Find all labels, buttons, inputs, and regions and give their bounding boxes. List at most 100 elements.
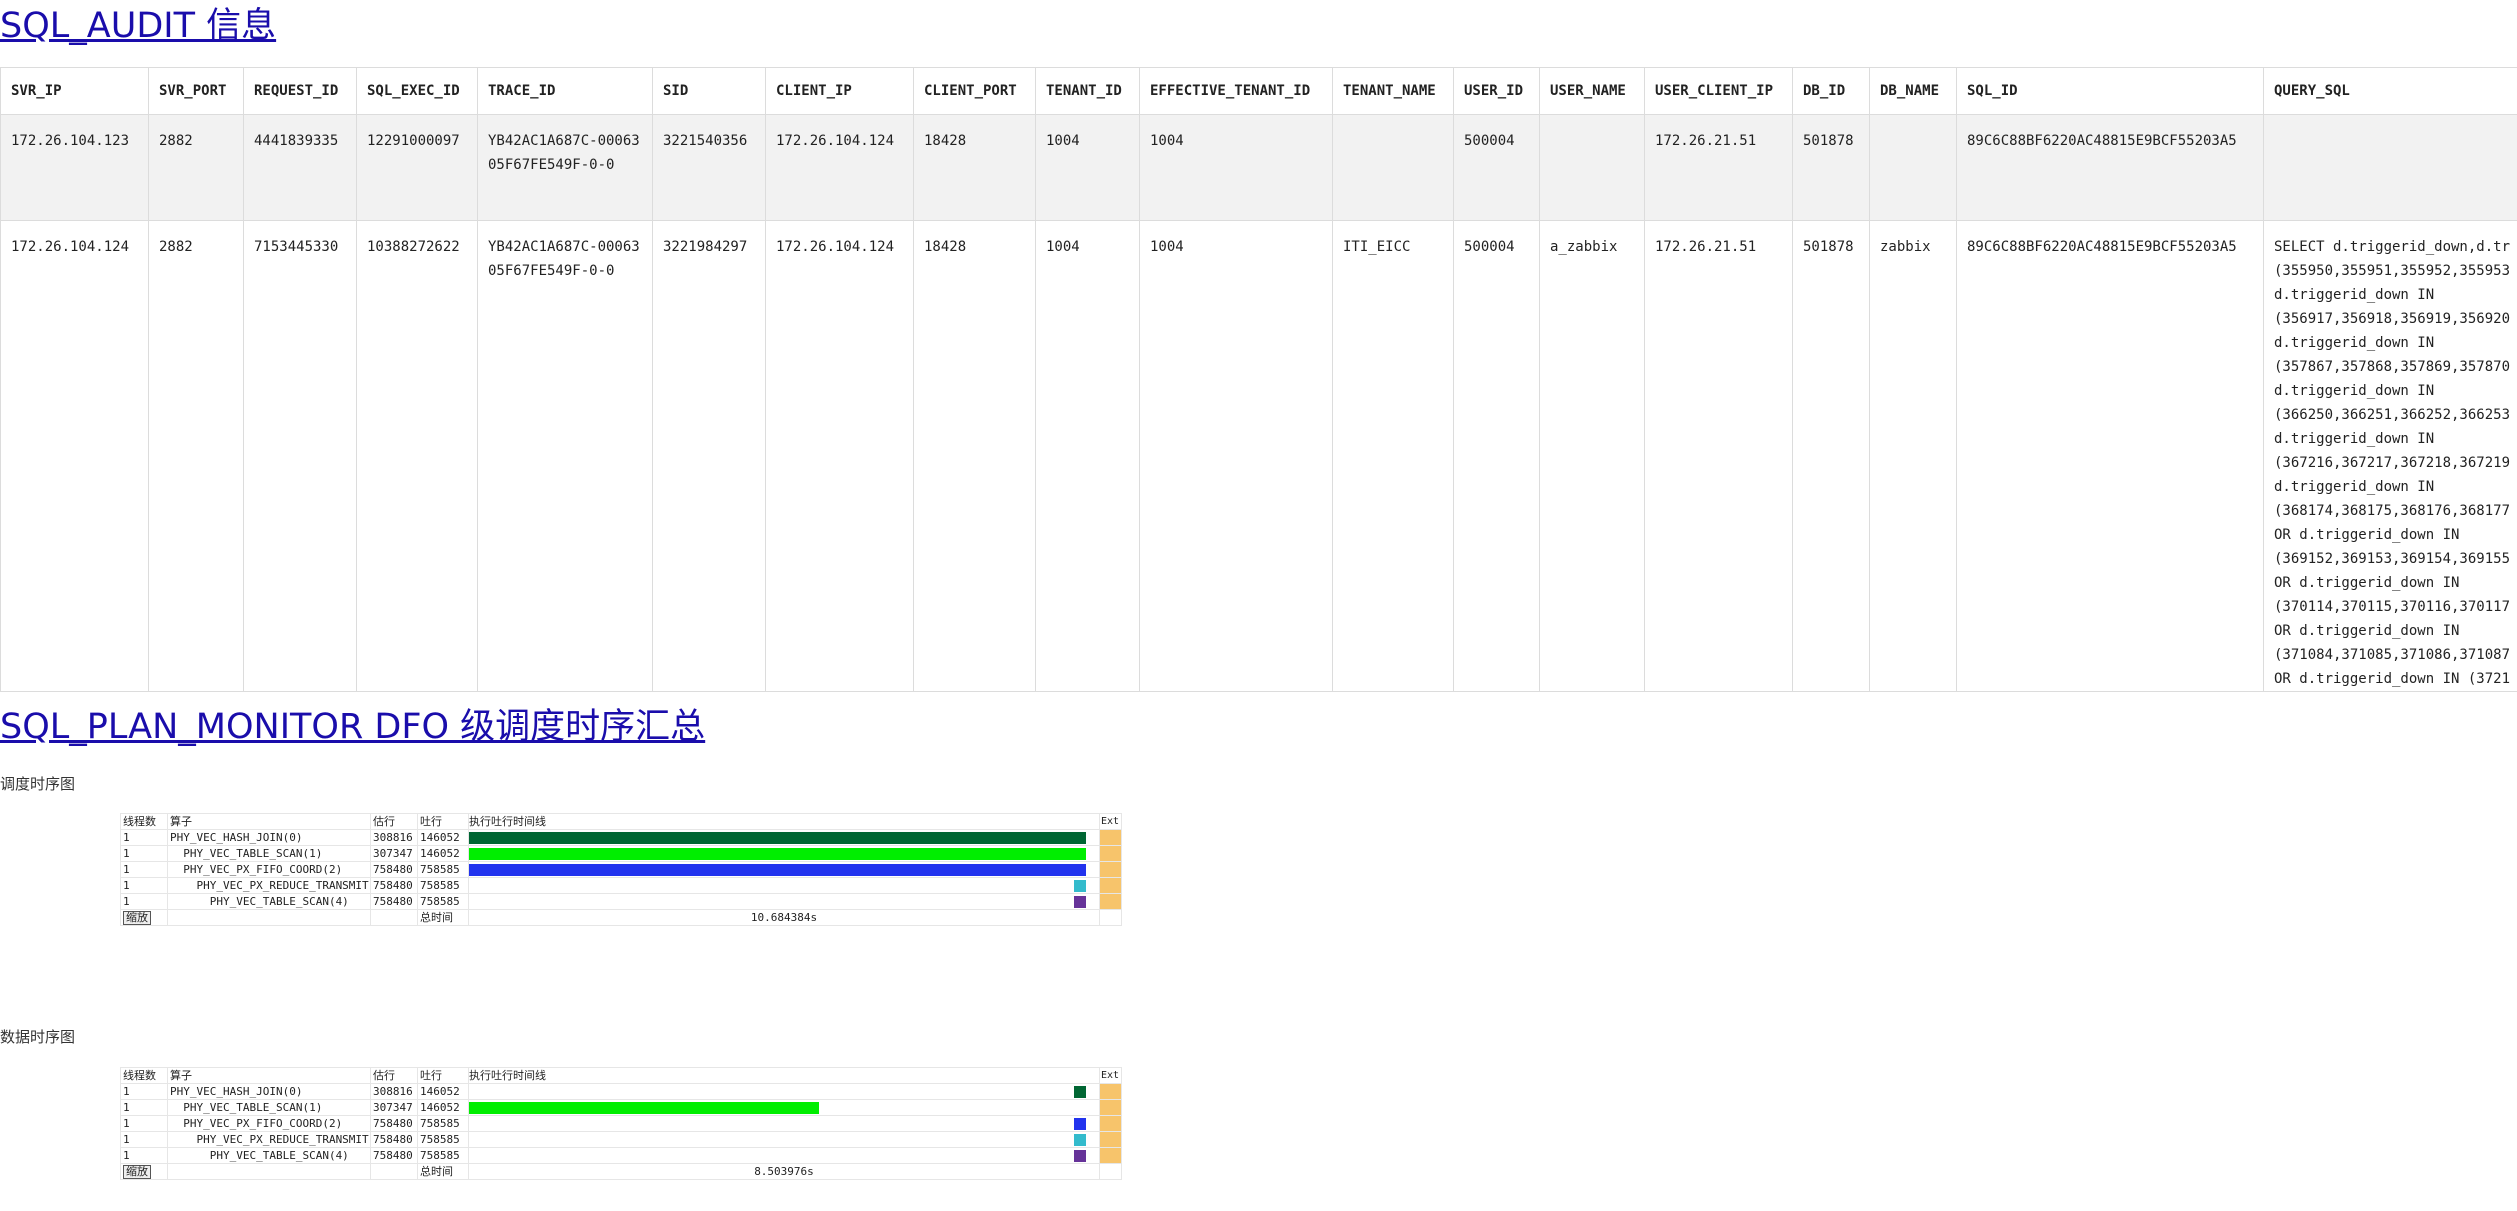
cell-sql-id: 89C6C88BF6220AC48815E9BCF55203A5 xyxy=(1956,114,2264,221)
cell-trace-id: YB42AC1A687C-0006305F67FE549F-0-0 xyxy=(477,114,653,221)
zoom-button[interactable]: 缩放 xyxy=(123,1165,151,1179)
gantt-row: 1 PHY_VEC_HASH_JOIN(0) 308816 146052 xyxy=(120,1083,1122,1099)
blank-cell xyxy=(370,1164,417,1179)
ext-fill-bar xyxy=(1100,846,1121,861)
cell-effective-tenant-id: 1004 xyxy=(1139,114,1333,221)
timeline-cell xyxy=(468,878,1099,893)
cell-client-ip: 172.26.104.124 xyxy=(765,220,914,692)
data-gantt-chart: 线程数 算子 估行 吐行 执行吐行时间线 Ext 1 PHY_VEC_HASH_JOIN(0)… xyxy=(120,1067,1122,1180)
column-header: DB_NAME xyxy=(1869,67,1957,115)
cell-user-client-ip: 172.26.21.51 xyxy=(1644,114,1793,221)
ext-cell xyxy=(1099,1100,1122,1115)
table-header-row: SVR_IP SVR_PORT REQUEST_ID SQL_EXEC_ID T… xyxy=(0,67,2517,115)
table-row: 172.26.104.123 2882 4441839335 122910000… xyxy=(0,114,2517,221)
cell-trace-id: YB42AC1A687C-0006305F67FE549F-0-0 xyxy=(477,220,653,692)
estimated-header: 估行 xyxy=(370,1068,417,1083)
cell-user-name: a_zabbix xyxy=(1539,220,1645,692)
total-time-value: 8.503976s xyxy=(754,1165,814,1178)
zoom-cell: 缩放 xyxy=(120,1164,167,1179)
blank-cell xyxy=(370,910,417,925)
estimated-cell: 308816 xyxy=(370,830,417,845)
cell-sid: 3221540356 xyxy=(652,114,766,221)
timeline-bar xyxy=(469,1102,819,1114)
cell-sql-exec-id: 12291000097 xyxy=(356,114,478,221)
ext-cell xyxy=(1099,830,1122,845)
ext-fill-bar xyxy=(1100,894,1121,909)
ext-fill-bar xyxy=(1100,1132,1121,1147)
output-cell: 146052 xyxy=(417,846,468,861)
cell-request-id: 4441839335 xyxy=(243,114,357,221)
ext-cell xyxy=(1099,862,1122,877)
threads-cell: 1 xyxy=(120,878,167,893)
output-header: 吐行 xyxy=(417,1068,468,1083)
estimated-cell: 758480 xyxy=(370,894,417,909)
timeline-bar xyxy=(469,848,1087,860)
sql-plan-monitor-title-link[interactable]: SQL_PLAN_MONITOR DFO 级调度时序汇总 xyxy=(0,707,705,747)
estimated-cell: 758480 xyxy=(370,1132,417,1147)
schedule-chart-title: 调度时序图 xyxy=(0,775,76,793)
timeline-bar xyxy=(1073,880,1087,892)
output-cell: 146052 xyxy=(417,1084,468,1099)
estimated-cell: 758480 xyxy=(370,1148,417,1163)
timeline-header: 执行吐行时间线 xyxy=(468,1068,1099,1083)
output-header: 吐行 xyxy=(417,814,468,829)
timeline-cell xyxy=(468,894,1099,909)
threads-cell: 1 xyxy=(120,1084,167,1099)
timeline-bar xyxy=(469,864,1087,876)
column-header: SID xyxy=(652,67,766,115)
operator-cell: PHY_VEC_HASH_JOIN(0) xyxy=(167,830,370,845)
gantt-row: 1 PHY_VEC_TABLE_SCAN(1) 307347 146052 xyxy=(120,1099,1122,1115)
cell-tenant-name: ITI_EICC xyxy=(1332,220,1454,692)
operator-cell: PHY_VEC_TABLE_SCAN(1) xyxy=(167,846,370,861)
gantt-row: 1 PHY_VEC_TABLE_SCAN(4) 758480 758585 xyxy=(120,893,1122,909)
output-cell: 146052 xyxy=(417,1100,468,1115)
timeline-cell xyxy=(468,1084,1099,1099)
cell-sql-exec-id: 10388272622 xyxy=(356,220,478,692)
timeline-bar xyxy=(1073,1086,1087,1098)
timeline-header: 执行吐行时间线 xyxy=(468,814,1099,829)
cell-sql-id: 89C6C88BF6220AC48815E9BCF55203A5 xyxy=(1956,220,2264,692)
cell-svr-ip: 172.26.104.123 xyxy=(0,114,149,221)
ext-cell xyxy=(1099,1084,1122,1099)
gantt-header-row: 线程数 算子 估行 吐行 执行吐行时间线 Ext xyxy=(120,813,1122,829)
ext-fill-bar xyxy=(1100,862,1121,877)
total-time-cell: 8.503976s xyxy=(468,1164,1099,1179)
gantt-row: 1 PHY_VEC_PX_FIFO_COORD(2) 758480 758585 xyxy=(120,861,1122,877)
column-header: USER_NAME xyxy=(1539,67,1645,115)
cell-tenant-id: 1004 xyxy=(1035,220,1140,692)
column-header: TRACE_ID xyxy=(477,67,653,115)
sql-audit-title-link[interactable]: SQL_AUDIT 信息 xyxy=(0,6,276,46)
blank-cell xyxy=(1099,910,1122,925)
threads-cell: 1 xyxy=(120,830,167,845)
timeline-cell xyxy=(468,830,1099,845)
cell-user-id: 500004 xyxy=(1453,114,1540,221)
timeline-bar xyxy=(1073,896,1087,908)
column-header: REQUEST_ID xyxy=(243,67,357,115)
output-cell: 758585 xyxy=(417,1132,468,1147)
cell-user-name xyxy=(1539,114,1645,221)
threads-cell: 1 xyxy=(120,1148,167,1163)
blank-cell xyxy=(1099,1164,1122,1179)
cell-db-name: zabbix xyxy=(1869,220,1957,692)
estimated-cell: 307347 xyxy=(370,1100,417,1115)
cell-request-id: 7153445330 xyxy=(243,220,357,692)
column-header: TENANT_NAME xyxy=(1332,67,1454,115)
operator-cell: PHY_VEC_PX_REDUCE_TRANSMIT(3) xyxy=(167,878,370,893)
ext-header: Ext xyxy=(1099,1068,1122,1083)
cell-query-sql: SELECT d.triggerid_down,d.tr (355950,355… xyxy=(2263,220,2517,692)
output-cell: 758585 xyxy=(417,1116,468,1131)
timeline-bar xyxy=(1073,1134,1087,1146)
operator-cell: PHY_VEC_PX_FIFO_COORD(2) xyxy=(167,862,370,877)
cell-tenant-name xyxy=(1332,114,1454,221)
zoom-button[interactable]: 缩放 xyxy=(123,911,151,925)
gantt-row: 1 PHY_VEC_PX_REDUCE_TRANSMIT(3) 758480 758… xyxy=(120,1131,1122,1147)
gantt-row: 1 PHY_VEC_TABLE_SCAN(1) 307347 146052 xyxy=(120,845,1122,861)
cell-user-client-ip: 172.26.21.51 xyxy=(1644,220,1793,692)
output-cell: 758585 xyxy=(417,1148,468,1163)
cell-svr-ip: 172.26.104.124 xyxy=(0,220,149,692)
column-header: CLIENT_PORT xyxy=(913,67,1036,115)
cell-client-port: 18428 xyxy=(913,114,1036,221)
operator-cell: PHY_VEC_TABLE_SCAN(1) xyxy=(167,1100,370,1115)
gantt-footer-row: 缩放 总时间 10.684384s xyxy=(120,909,1122,926)
output-cell: 758585 xyxy=(417,862,468,877)
